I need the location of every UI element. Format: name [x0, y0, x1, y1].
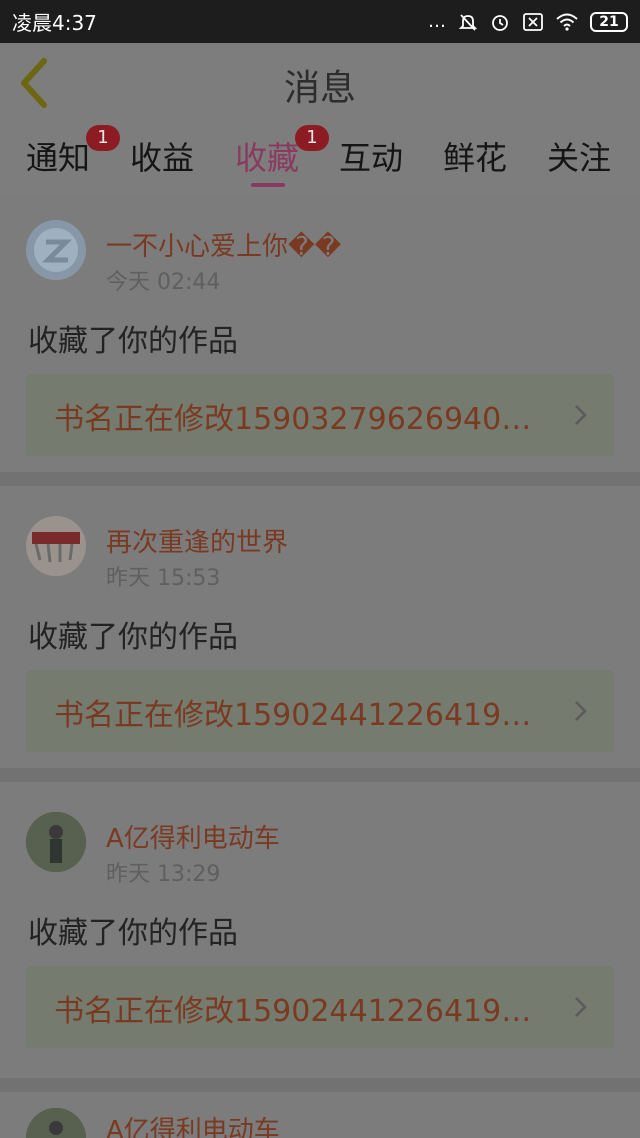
tab-label: 通知	[26, 139, 91, 177]
tab-bar: 通知 1 收益 收藏 1 互动 鲜花 关注	[0, 123, 640, 188]
mute-bell-icon	[458, 13, 478, 31]
chevron-right-icon	[575, 405, 587, 425]
unread-badge: 1	[86, 125, 120, 151]
qq-default-avatar-icon	[34, 228, 78, 272]
user-photo-icon	[26, 516, 86, 576]
sim-off-icon	[523, 12, 543, 31]
tab-label: 关注	[547, 139, 612, 177]
username-link[interactable]: 再次重逢的世界	[106, 522, 288, 559]
header: 消息	[0, 43, 640, 123]
tab-notifications[interactable]: 通知 1	[26, 125, 120, 179]
message-item[interactable]: 再次重逢的世界 昨天 15:53 收藏了你的作品 书名正在修改159024412…	[0, 486, 640, 768]
message-item[interactable]: A亿得利电动车	[0, 1092, 640, 1138]
unread-badge: 1	[295, 125, 329, 151]
tab-earnings[interactable]: 收益	[130, 133, 194, 179]
book-title: 书名正在修改15902441226419…	[54, 994, 532, 1029]
status-bar: 凌晨4:37 … 21	[0, 0, 640, 43]
avatar[interactable]	[26, 1108, 86, 1138]
divider	[0, 768, 640, 782]
book-title: 书名正在修改15903279626940…	[54, 402, 532, 437]
user-photo-icon	[26, 812, 86, 872]
username-link[interactable]: A亿得利电动车	[106, 818, 280, 855]
status-time: 凌晨4:37	[12, 11, 97, 35]
status-icons: … 21	[428, 11, 628, 32]
username-link[interactable]: A亿得利电动车	[106, 1110, 280, 1138]
book-title: 书名正在修改15902441226419…	[54, 698, 532, 733]
more-dots-icon: …	[428, 11, 446, 32]
alarm-icon	[492, 14, 508, 31]
message-time: 昨天 15:53	[106, 566, 221, 591]
avatar[interactable]	[26, 220, 86, 280]
active-tab-indicator	[251, 183, 285, 187]
wifi-icon	[556, 13, 578, 31]
avatar[interactable]	[26, 812, 86, 872]
chevron-right-icon	[575, 701, 587, 721]
message-item[interactable]: A亿得利电动车 昨天 13:29 收藏了你的作品 书名正在修改159024412…	[0, 782, 640, 1078]
tab-interactions[interactable]: 互动	[339, 133, 403, 179]
action-text: 收藏了你的作品	[28, 324, 238, 359]
divider	[0, 472, 640, 486]
message-time: 昨天 13:29	[106, 862, 221, 887]
user-photo-icon	[26, 1108, 86, 1138]
tab-favorites[interactable]: 收藏 1	[235, 125, 329, 179]
action-text: 收藏了你的作品	[28, 916, 238, 951]
chevron-right-icon	[575, 997, 587, 1017]
book-link[interactable]: 书名正在修改15902441226419…	[26, 670, 614, 752]
book-link[interactable]: 书名正在修改15902441226419…	[26, 966, 614, 1048]
book-link[interactable]: 书名正在修改15903279626940…	[26, 374, 614, 456]
avatar[interactable]	[26, 516, 86, 576]
action-text: 收藏了你的作品	[28, 620, 238, 655]
message-time: 今天 02:44	[106, 270, 221, 295]
divider	[0, 1078, 640, 1092]
tab-label: 鲜花	[443, 139, 508, 177]
tab-label: 收益	[130, 139, 195, 177]
battery-icon: 21	[590, 11, 628, 32]
tab-flowers[interactable]: 鲜花	[443, 133, 507, 179]
message-item[interactable]: 一不小心爱上你�� 今天 02:44 收藏了你的作品 书名正在修改1590327…	[0, 196, 640, 472]
username-link[interactable]: 一不小心爱上你��	[106, 226, 341, 263]
tab-following[interactable]: 关注	[547, 133, 611, 179]
tab-label: 收藏	[235, 139, 300, 177]
page-title: 消息	[283, 68, 356, 109]
tab-label: 互动	[339, 139, 404, 177]
